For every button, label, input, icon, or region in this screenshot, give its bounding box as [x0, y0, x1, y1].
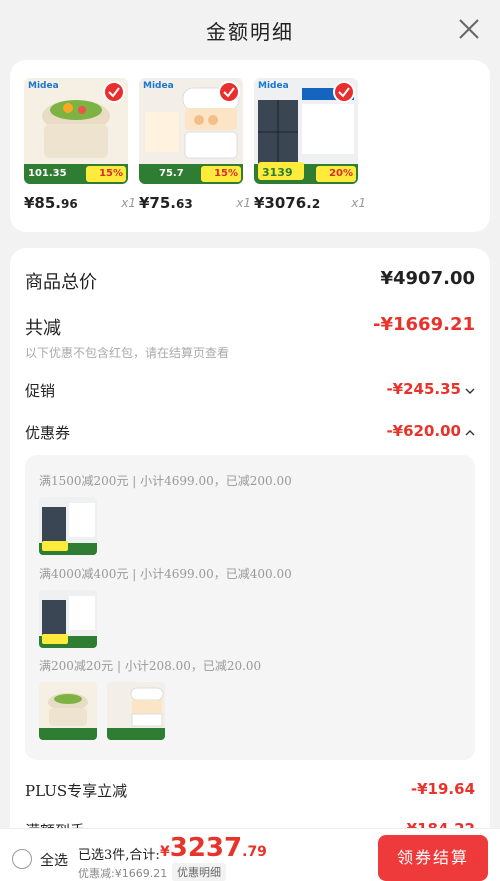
- product-qty: x1: [351, 196, 366, 210]
- total-row: 商品总价 ¥4907.00: [25, 268, 475, 293]
- header: 金额明细: [0, 0, 500, 58]
- product-item[interactable]: Midea 101.35 15% ¥85.96 x1: [24, 78, 136, 212]
- image-tag: 15%: [99, 168, 123, 179]
- coupon-product-thumb: [39, 590, 97, 648]
- promo-value: -¥245.35: [386, 380, 461, 398]
- coupon-product-thumb: [39, 682, 97, 740]
- discount-text: 优惠减:¥1669.21: [78, 867, 168, 880]
- image-price: 75.7: [159, 168, 184, 179]
- discount-detail-link[interactable]: 优惠明细: [172, 863, 226, 881]
- total-label: 商品总价: [25, 272, 97, 293]
- selected-check-icon[interactable]: [103, 81, 125, 103]
- chevron-up-icon[interactable]: [465, 428, 475, 438]
- reduce-note-row: 以下优惠不包含红包，请在结算页查看: [25, 344, 475, 362]
- coupon-label: 优惠券: [25, 424, 71, 442]
- product-price: ¥85.96: [24, 194, 78, 212]
- product-image: Midea 75.7 15%: [139, 78, 243, 184]
- page-title: 金额明细: [206, 20, 294, 44]
- product-image: Midea 3139 20%: [254, 78, 358, 184]
- reduce-note: 以下优惠不包含红包，请在结算页查看: [25, 346, 230, 360]
- selected-check-icon[interactable]: [218, 81, 240, 103]
- close-icon[interactable]: [458, 18, 480, 40]
- coupon-rule: 满1500减200元 | 小计4699.00，已减200.00: [39, 474, 292, 488]
- price-detail-card: 商品总价 ¥4907.00 共减 -¥1669.21 以下优惠不包含红包，请在结…: [10, 248, 490, 848]
- image-price: 3139: [262, 166, 293, 179]
- selected-check-icon[interactable]: [333, 81, 355, 103]
- checkout-button[interactable]: 领券结算: [378, 835, 488, 881]
- brand-logo: Midea: [28, 81, 59, 91]
- image-tag: 15%: [214, 168, 238, 179]
- reduce-label: 共减: [25, 318, 61, 339]
- coupon-product-thumb: [39, 497, 97, 555]
- coupon-value: -¥620.00: [386, 422, 461, 440]
- product-qty: x1: [236, 196, 251, 210]
- product-price: ¥75.63: [139, 194, 193, 212]
- coupon-product-thumb: [107, 682, 165, 740]
- plus-label: PLUS专享立减: [25, 782, 128, 800]
- plus-value: -¥19.64: [410, 780, 475, 798]
- total-price: ¥3237.79: [160, 833, 267, 863]
- products-card: Midea 101.35 15% ¥85.96 x1 Midea 75.7 15…: [10, 60, 490, 232]
- promo-row[interactable]: 促销 -¥245.35: [25, 380, 475, 402]
- coupon-detail-box: 满1500减200元 | 小计4699.00，已减200.00 满4000减40…: [25, 455, 475, 760]
- product-qty: x1: [121, 196, 136, 210]
- select-all-radio[interactable]: [12, 849, 32, 869]
- promo-label: 促销: [25, 382, 56, 400]
- product-item[interactable]: Midea 3139 20% ¥3076.2 x1: [254, 78, 366, 212]
- select-all-label[interactable]: 全选: [40, 850, 68, 870]
- coupon-row[interactable]: 优惠券 -¥620.00: [25, 422, 475, 444]
- image-tag: 20%: [329, 168, 353, 179]
- product-image: Midea 101.35 15%: [24, 78, 128, 184]
- plus-row: PLUS专享立减 -¥19.64: [25, 780, 475, 802]
- coupon-rule: 满200减20元 | 小计208.00，已减20.00: [39, 659, 262, 673]
- selected-info: 已选3件,合计:: [78, 848, 160, 863]
- image-price: 101.35: [28, 168, 67, 179]
- reduce-value: -¥1669.21: [373, 314, 475, 335]
- bottom-bar: 全选 已选3件,合计: ¥3237.79 优惠减:¥1669.21 优惠明细 领…: [0, 828, 500, 881]
- brand-logo: Midea: [258, 81, 289, 91]
- reduce-row: 共减 -¥1669.21: [25, 314, 475, 339]
- product-item[interactable]: Midea 75.7 15% ¥75.63 x1: [139, 78, 251, 212]
- total-value: ¥4907.00: [380, 268, 475, 289]
- chevron-down-icon[interactable]: [465, 386, 475, 396]
- coupon-rule: 满4000减400元 | 小计4699.00，已减400.00: [39, 567, 292, 581]
- brand-logo: Midea: [143, 81, 174, 91]
- product-price: ¥3076.2: [254, 194, 321, 212]
